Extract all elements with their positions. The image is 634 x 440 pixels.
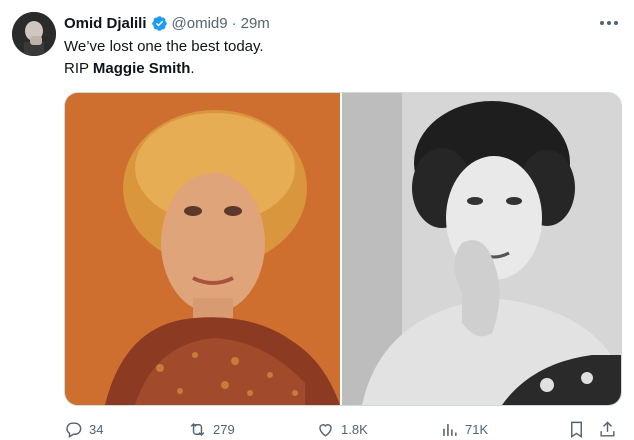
verified-badge-icon (151, 15, 167, 31)
views-icon (443, 423, 457, 436)
tweet-text-bold-name: Maggie Smith (92, 60, 191, 77)
retweet-count: 279 (213, 421, 235, 437)
share-button[interactable] (598, 420, 617, 439)
views-button[interactable]: 71K (440, 420, 488, 439)
bookmark-button[interactable] (567, 420, 586, 439)
like-button[interactable]: 1.8K (316, 420, 368, 439)
author-avatar[interactable] (12, 12, 56, 56)
like-icon (319, 423, 332, 437)
tweet-text-line-1: We’ve lost one the best today. (64, 38, 264, 55)
media-photo-right[interactable] (342, 93, 621, 405)
reply-icon (66, 421, 82, 438)
like-count: 1.8K (341, 421, 368, 437)
tweet-timestamp[interactable]: 29m (241, 15, 270, 32)
author-name[interactable]: Omid Djalili (64, 15, 147, 32)
retweet-button[interactable]: 279 (188, 420, 235, 439)
reply-count: 34 (89, 421, 104, 437)
views-count: 71K (465, 421, 489, 437)
tweet-header: Omid Djalili @omid9 · 29m (64, 12, 270, 34)
reply-button[interactable]: 34 (64, 420, 103, 439)
tweet-text: We’ve lost one the best today. RIP Maggi… (64, 36, 264, 80)
retweet-icon (190, 422, 205, 436)
share-icon (600, 420, 615, 437)
media-photo-left[interactable] (65, 93, 340, 405)
more-icon[interactable] (598, 14, 620, 32)
bookmark-icon (571, 421, 582, 438)
tweet-text-suffix: . (190, 60, 195, 77)
tweet-text-line-2: RIP Maggie Smith. (64, 58, 264, 80)
author-handle[interactable]: @omid9 (172, 15, 228, 32)
separator-dot: · (231, 14, 237, 32)
tweet-text-prefix: RIP (64, 60, 93, 77)
tweet-media (64, 92, 622, 406)
tweet-actions: 34 279 1.8K 71K (64, 418, 620, 440)
